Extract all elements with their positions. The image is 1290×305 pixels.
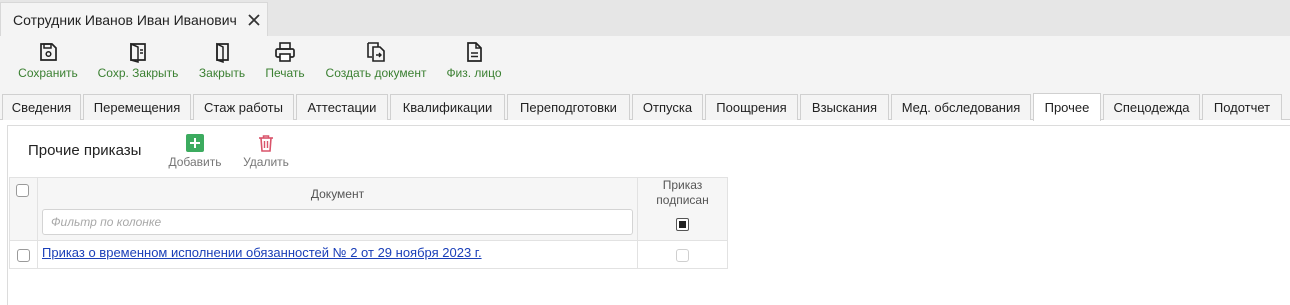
save-close-button[interactable]: Сохр. Закрыть (96, 41, 180, 80)
plus-icon (186, 134, 204, 152)
save-icon (37, 41, 59, 63)
add-label: Добавить (168, 155, 222, 169)
save-button[interactable]: Сохранить (18, 41, 78, 80)
tab-info[interactable]: Сведения (2, 94, 81, 120)
add-button[interactable]: Добавить (166, 134, 224, 169)
panel-title: Прочие приказы (28, 142, 142, 159)
column-header-signed-line1: Приказ (662, 178, 703, 192)
tab-workwear[interactable]: Спецодежда (1103, 94, 1200, 120)
orders-grid: Документ Приказ подписан Приказ о времен… (9, 177, 728, 270)
create-document-button[interactable]: Создать документ (324, 41, 428, 80)
tab-other[interactable]: Прочее (1033, 93, 1101, 121)
column-header-signed-line2: подписан (656, 193, 709, 207)
delete-button[interactable]: Удалить (240, 134, 292, 169)
tab-attestations[interactable]: Аттестации (296, 94, 388, 120)
column-header-signed[interactable]: Приказ подписан (638, 178, 727, 208)
close-label: Закрыть (198, 66, 246, 80)
document-filter-input[interactable] (42, 209, 633, 235)
signed-filter-checkbox[interactable] (676, 218, 689, 231)
tab-retraining[interactable]: Переподготовки (507, 94, 630, 120)
close-button[interactable]: Закрыть (196, 41, 248, 80)
window-tab-strip: Сотрудник Иванов Иван Иванович (0, 0, 1290, 36)
tab-transfers[interactable]: Перемещения (83, 94, 191, 120)
toolbar: Сохранить Сохр. Закрыть Закрыть Печать С… (0, 36, 1290, 86)
row-select-checkbox[interactable] (17, 249, 30, 262)
save-close-icon (127, 41, 149, 63)
printer-icon (274, 41, 296, 63)
document-icon (463, 41, 485, 63)
print-button[interactable]: Печать (262, 41, 308, 80)
trash-icon (257, 134, 275, 152)
create-document-label: Создать документ (325, 66, 427, 80)
individual-button[interactable]: Физ. лицо (444, 41, 504, 80)
row-signed-checkbox[interactable] (676, 249, 689, 262)
print-label: Печать (265, 66, 305, 80)
window-tab-title: Сотрудник Иванов Иван Иванович (13, 11, 237, 28)
create-document-icon (365, 41, 387, 63)
save-close-label: Сохр. Закрыть (97, 66, 179, 80)
delete-label: Удалить (243, 155, 289, 169)
table-row[interactable]: Приказ о временном исполнении обязанност… (9, 241, 728, 269)
column-header-document[interactable]: Документ (38, 187, 637, 201)
tab-medical[interactable]: Мед. обследования (891, 94, 1031, 120)
section-tabs: Сведения Перемещения Стаж работы Аттеста… (0, 86, 1290, 121)
employee-window-tab[interactable]: Сотрудник Иванов Иван Иванович (0, 2, 268, 36)
save-label: Сохранить (18, 66, 78, 80)
tab-accountable[interactable]: Подотчет (1202, 94, 1282, 120)
tab-vacations[interactable]: Отпуска (632, 94, 703, 120)
tab-rewards[interactable]: Поощрения (705, 94, 798, 120)
tab-qualifications[interactable]: Квалификации (390, 94, 505, 120)
tab-work-experience[interactable]: Стаж работы (193, 94, 294, 120)
close-icon[interactable] (247, 13, 261, 27)
tab-penalties[interactable]: Взыскания (800, 94, 889, 120)
door-icon (211, 41, 233, 64)
select-all-checkbox[interactable] (16, 184, 29, 197)
individual-label: Физ. лицо (446, 66, 502, 80)
document-link[interactable]: Приказ о временном исполнении обязанност… (42, 245, 482, 260)
